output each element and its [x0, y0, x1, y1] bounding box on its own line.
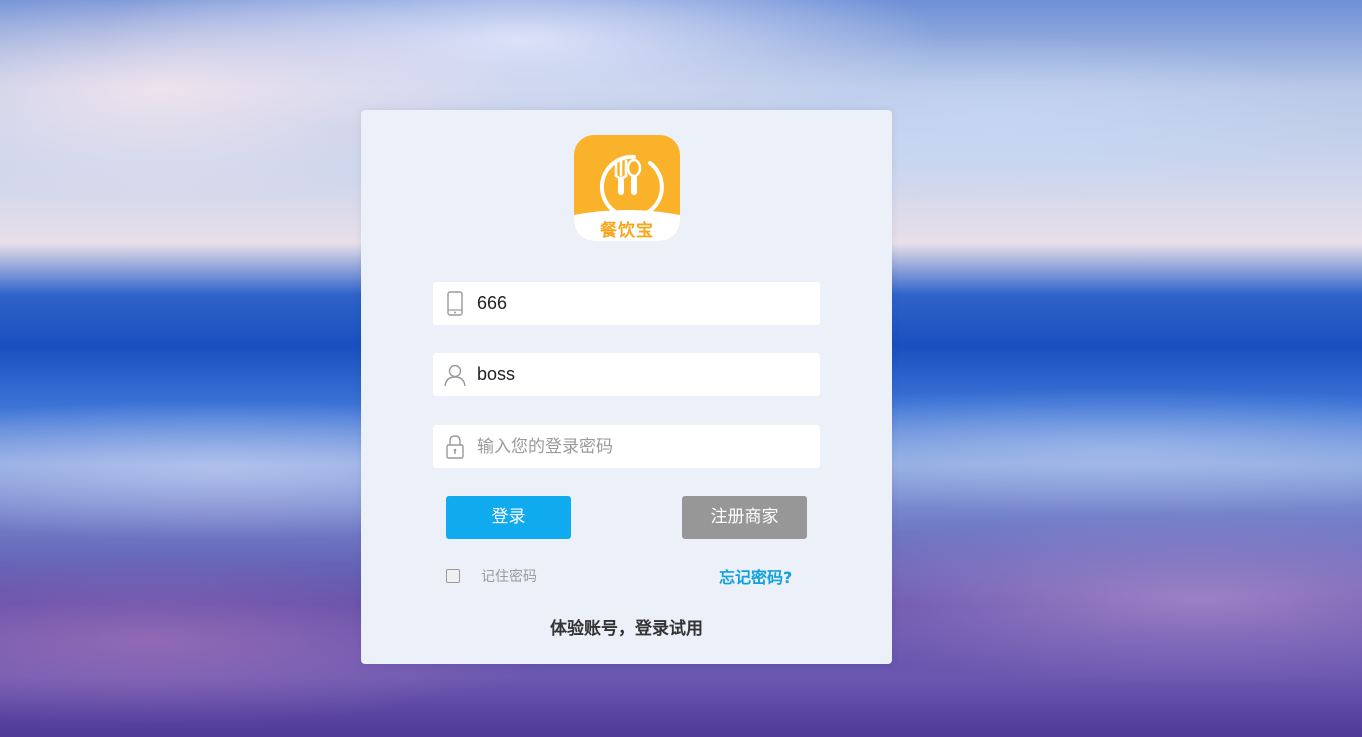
forgot-password-link[interactable]: 忘记密码? [719, 564, 792, 588]
phone-field[interactable] [433, 282, 820, 325]
password-input[interactable] [477, 425, 807, 468]
remember-password[interactable]: 记住密码 [446, 566, 537, 586]
mobile-phone-icon [443, 291, 467, 317]
username-field[interactable] [433, 353, 820, 396]
password-field[interactable] [433, 425, 820, 468]
login-button[interactable]: 登录 [446, 496, 571, 539]
register-merchant-button[interactable]: 注册商家 [682, 496, 807, 539]
login-card: 餐饮宝 登 [361, 110, 892, 664]
lock-icon [443, 434, 467, 460]
trial-account-link[interactable]: 体验账号，登录试用 [361, 614, 892, 639]
remember-password-checkbox[interactable] [446, 569, 460, 583]
remember-password-label: 记住密码 [481, 569, 537, 585]
logo-text: 餐饮宝 [600, 221, 654, 241]
user-icon [443, 362, 467, 388]
phone-input[interactable] [477, 282, 807, 325]
app-logo: 餐饮宝 [574, 135, 680, 241]
username-input[interactable] [477, 353, 807, 396]
